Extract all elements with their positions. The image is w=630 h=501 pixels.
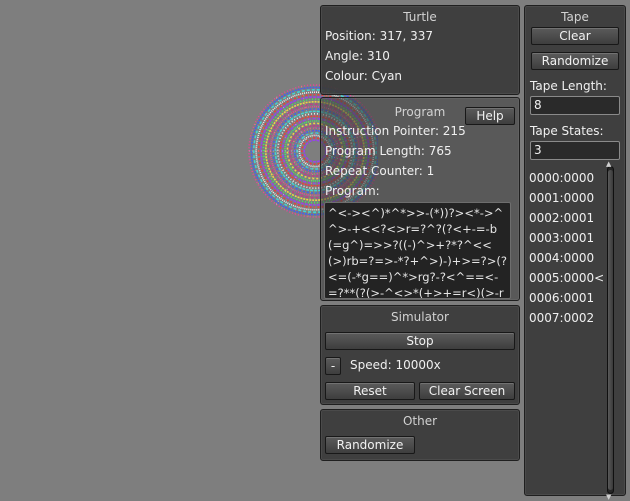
turtle-angle: Angle: 310 [325,49,390,63]
turtle-position: Position: 317, 337 [325,29,434,43]
speed-text: Speed: 10000x [350,358,441,372]
tape-entry: 0006:0001 [529,291,595,305]
tape-length-label: Tape Length: [530,79,607,93]
speed-decrease-button[interactable]: - [325,357,341,375]
turtle-panel: Turtle Position: 317, 337 Angle: 310 Col… [320,5,520,95]
stop-button[interactable]: Stop [325,332,515,350]
tape-length-input[interactable]: 8 [530,96,620,115]
tape-states-input[interactable]: 3 [530,141,620,160]
program-length: Program Length: 765 [325,144,452,158]
tape-randomize-button[interactable]: Randomize [531,52,619,70]
program-panel: Program Help Instruction Pointer: 215 Pr… [320,97,520,301]
tape-clear-button[interactable]: Clear [531,27,619,45]
other-panel-title: Other [402,414,438,428]
tape-entry: 0000:0000 [529,171,595,185]
tape-entry: 0007:0002 [529,311,595,325]
tape-scrollbar-thumb[interactable] [608,170,613,490]
tape-list: 0000:0000 0001:0000 0002:0001 0003:0001 0004… [529,168,605,328]
scroll-up-icon[interactable]: ▲ [606,161,611,168]
simulator-panel: Simulator Stop - Speed: 10000x Reset Cle… [320,305,520,405]
help-button[interactable]: Help [465,107,515,125]
instruction-pointer: Instruction Pointer: 215 [325,124,466,138]
tape-panel: Tape Clear Randomize Tape Length: 8 Tape… [524,5,626,501]
randomize-program-button[interactable]: Randomize [325,436,415,454]
reset-button[interactable]: Reset [325,382,415,400]
program-label: Program: [325,184,380,198]
program-code-textarea[interactable]: ^<-><^)*^*>>-(*))?><*->^^>-+<<?<>r=?^?(?… [324,202,511,299]
tape-panel-title: Tape [561,10,589,24]
other-panel: Other Randomize [320,409,520,461]
tape-states-label: Tape States: [530,124,604,138]
tape-entry: 0001:0000 [529,191,595,205]
tape-entry: 0005:0000< [529,271,605,285]
tape-entry: 0004:0000 [529,251,595,265]
turtle-panel-title: Turtle [403,10,437,24]
tape-scrollbar[interactable]: ▲ ▼ [606,161,614,501]
simulator-panel-title: Simulator [391,310,449,324]
tape-entry: 0003:0001 [529,231,595,245]
tape-entry: 0002:0001 [529,211,595,225]
clear-screen-button[interactable]: Clear Screen [419,382,515,400]
turtle-colour: Colour: Cyan [325,69,403,83]
repeat-counter: Repeat Counter: 1 [325,164,435,178]
